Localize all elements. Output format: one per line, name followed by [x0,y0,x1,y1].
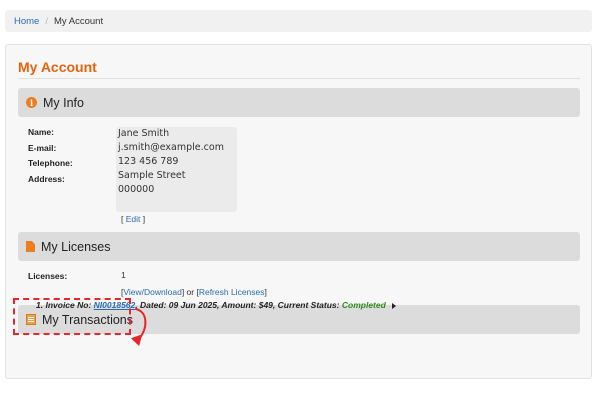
info-icon: i [26,97,37,108]
transaction-row: 1. Invoice No: NI0018562, Dated: 09 Jun … [36,300,397,310]
status-value: Completed [341,300,386,310]
invoice-label: Invoice No: [45,300,92,310]
bracket-close: ] [264,287,267,297]
caret-right-icon[interactable] [392,302,397,309]
list-icon [26,314,36,325]
my-info-title: My Info [43,95,84,110]
email-value: j.smith@example.com [118,142,224,153]
dated-label: , Dated: [135,300,167,310]
view-download-link[interactable]: View/Download [123,287,181,297]
licenses-count: 1 [121,270,126,280]
my-info-header: i My Info [18,88,580,117]
address-line1-value: Sample Street [118,170,186,181]
account-panel: My Account i My Info Name: E-mail: Telep… [5,44,592,379]
document-icon [26,241,35,252]
telephone-value: 123 456 789 [118,156,179,167]
breadcrumb-current: My Account [53,15,104,27]
edit-link-wrapper: [ Edit ] [121,214,145,224]
status-label: , Current Status: [272,300,340,310]
dated-value: 09 Jun 2025 [168,300,217,310]
name-label: Name: [28,127,54,137]
invoice-number-link[interactable]: NI0018562 [94,300,136,310]
edit-link[interactable]: Edit [126,214,141,224]
refresh-licenses-link[interactable]: Refresh Licenses [199,287,265,297]
address-label: Address: [28,174,65,184]
page-title: My Account [18,59,97,75]
address-line2-value: 000000 [118,184,155,195]
license-actions: [View/Download] or [Refresh Licenses] [121,287,267,297]
telephone-label: Telephone: [28,158,73,168]
breadcrumb: Home / My Account [5,10,592,32]
title-divider [18,78,580,79]
licenses-label: Licenses: [28,271,68,281]
transaction-index: 1. [36,300,44,310]
breadcrumb-home-link[interactable]: Home [14,16,39,27]
my-licenses-header: My Licenses [18,232,580,261]
my-licenses-title: My Licenses [41,239,111,254]
email-label: E-mail: [28,143,57,153]
bracket-open: [ [121,214,124,224]
or-separator: ] or [ [181,287,199,297]
my-transactions-title: My Transactions [42,312,134,327]
amount-value: $49 [258,300,273,310]
amount-label: , Amount: [217,300,257,310]
breadcrumb-separator: / [45,15,48,27]
bracket-close: ] [142,214,146,224]
name-value: Jane Smith [118,128,170,139]
